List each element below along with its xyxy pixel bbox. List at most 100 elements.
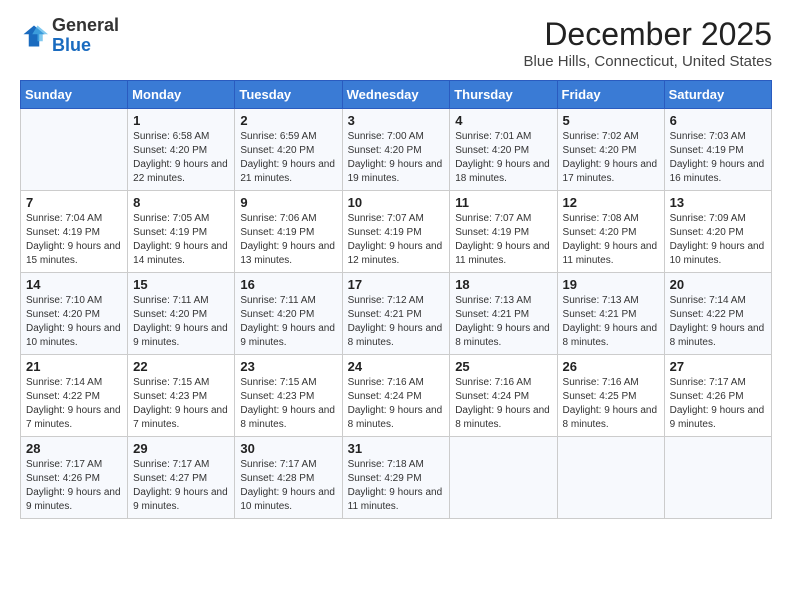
table-row: 1 Sunrise: 6:58 AMSunset: 4:20 PMDaylight… [128,109,235,191]
day-info: Sunrise: 7:14 AMSunset: 4:22 PMDaylight:… [670,294,766,350]
logo-text: General Blue [52,16,119,56]
day-number: 30 [240,441,336,456]
day-number: 23 [240,359,336,374]
day-number: 13 [670,195,766,210]
day-number: 1 [133,113,229,128]
table-row: 16Sunrise: 7:11 AMSunset: 4:20 PMDayligh… [235,273,342,355]
table-row: 9 Sunrise: 7:06 AMSunset: 4:19 PMDaylight… [235,191,342,273]
table-row: 14Sunrise: 7:10 AMSunset: 4:20 PMDayligh… [21,273,128,355]
day-info: Sunrise: 7:01 AMSunset: 4:20 PMDaylight:… [455,130,551,186]
day-info: Sunrise: 7:14 AMSunset: 4:22 PMDaylight:… [26,376,122,432]
table-row: 10 Sunrise: 7:07 AMSunset: 4:19 PMDayligh… [342,191,450,273]
day-info: Sunrise: 7:13 AMSunset: 4:21 PMDaylight:… [455,294,551,350]
day-number: 10 [348,195,445,210]
calendar-week-row: 28 Sunrise: 7:17 AMSunset: 4:26 PMDayligh… [21,437,772,519]
day-info: Sunrise: 7:00 AMSunset: 4:20 PMDaylight:… [348,130,445,186]
day-number: 2 [240,113,336,128]
day-info: Sunrise: 7:10 AMSunset: 4:20 PMDaylight:… [26,294,122,350]
calendar-week-row: 1 Sunrise: 6:58 AMSunset: 4:20 PMDaylight… [21,109,772,191]
title-area: December 2025 Blue Hills, Connecticut, U… [524,16,772,70]
day-number: 21 [26,359,122,374]
table-row: 11Sunrise: 7:07 AMSunset: 4:19 PMDayligh… [450,191,557,273]
day-info: Sunrise: 7:12 AMSunset: 4:21 PMDaylight:… [348,294,445,350]
day-info: Sunrise: 7:15 AMSunset: 4:23 PMDaylight:… [133,376,229,432]
day-info: Sunrise: 7:07 AMSunset: 4:19 PMDaylight:… [348,212,445,268]
day-number: 29 [133,441,229,456]
day-info: Sunrise: 7:16 AMSunset: 4:25 PMDaylight:… [563,376,659,432]
table-row: 30 Sunrise: 7:17 AMSunset: 4:28 PMDayligh… [235,437,342,519]
day-number: 18 [455,277,551,292]
day-number: 12 [563,195,659,210]
table-row: 3 Sunrise: 7:00 AMSunset: 4:20 PMDaylight… [342,109,450,191]
day-info: Sunrise: 7:03 AMSunset: 4:19 PMDaylight:… [670,130,766,186]
day-info: Sunrise: 7:11 AMSunset: 4:20 PMDaylight:… [133,294,229,350]
day-info: Sunrise: 7:09 AMSunset: 4:20 PMDaylight:… [670,212,766,268]
day-info: Sunrise: 7:07 AMSunset: 4:19 PMDaylight:… [455,212,551,268]
day-number: 19 [563,277,659,292]
location-title: Blue Hills, Connecticut, United States [524,53,772,70]
day-info: Sunrise: 7:11 AMSunset: 4:20 PMDaylight:… [240,294,336,350]
logo-general: General [52,15,119,35]
table-row: 24 Sunrise: 7:16 AMSunset: 4:24 PMDayligh… [342,355,450,437]
col-monday: Monday [128,81,235,109]
day-info: Sunrise: 7:17 AMSunset: 4:27 PMDaylight:… [133,458,229,514]
day-info: Sunrise: 7:17 AMSunset: 4:26 PMDaylight:… [26,458,122,514]
table-row: 2Sunrise: 6:59 AMSunset: 4:20 PMDaylight… [235,109,342,191]
day-info: Sunrise: 7:16 AMSunset: 4:24 PMDaylight:… [455,376,551,432]
col-friday: Friday [557,81,664,109]
table-row: 25 Sunrise: 7:16 AMSunset: 4:24 PMDayligh… [450,355,557,437]
table-row [450,437,557,519]
table-row: 31 Sunrise: 7:18 AMSunset: 4:29 PMDayligh… [342,437,450,519]
col-tuesday: Tuesday [235,81,342,109]
table-row [664,437,771,519]
day-info: Sunrise: 7:05 AMSunset: 4:19 PMDaylight:… [133,212,229,268]
day-info: Sunrise: 7:04 AMSunset: 4:19 PMDaylight:… [26,212,122,268]
day-info: Sunrise: 7:17 AMSunset: 4:28 PMDaylight:… [240,458,336,514]
col-sunday: Sunday [21,81,128,109]
day-number: 9 [240,195,336,210]
table-row: 13 Sunrise: 7:09 AMSunset: 4:20 PMDayligh… [664,191,771,273]
day-info: Sunrise: 7:16 AMSunset: 4:24 PMDaylight:… [348,376,445,432]
table-row: 27 Sunrise: 7:17 AMSunset: 4:26 PMDayligh… [664,355,771,437]
day-number: 7 [26,195,122,210]
month-title: December 2025 [524,16,772,53]
table-row: 19Sunrise: 7:13 AMSunset: 4:21 PMDayligh… [557,273,664,355]
day-info: Sunrise: 6:58 AMSunset: 4:20 PMDaylight:… [133,130,229,186]
calendar-week-row: 14Sunrise: 7:10 AMSunset: 4:20 PMDayligh… [21,273,772,355]
day-number: 15 [133,277,229,292]
table-row [557,437,664,519]
table-row: 28 Sunrise: 7:17 AMSunset: 4:26 PMDayligh… [21,437,128,519]
calendar-header-row: Sunday Monday Tuesday Wednesday Thursday… [21,81,772,109]
day-number: 5 [563,113,659,128]
day-number: 3 [348,113,445,128]
day-info: Sunrise: 7:06 AMSunset: 4:19 PMDaylight:… [240,212,336,268]
day-info: Sunrise: 7:15 AMSunset: 4:23 PMDaylight:… [240,376,336,432]
day-number: 22 [133,359,229,374]
day-number: 6 [670,113,766,128]
table-row: 6 Sunrise: 7:03 AMSunset: 4:19 PMDaylight… [664,109,771,191]
day-number: 25 [455,359,551,374]
table-row: 21 Sunrise: 7:14 AMSunset: 4:22 PMDayligh… [21,355,128,437]
day-number: 28 [26,441,122,456]
table-row: 26 Sunrise: 7:16 AMSunset: 4:25 PMDayligh… [557,355,664,437]
day-info: Sunrise: 7:18 AMSunset: 4:29 PMDaylight:… [348,458,445,514]
table-row: 22 Sunrise: 7:15 AMSunset: 4:23 PMDayligh… [128,355,235,437]
table-row [21,109,128,191]
day-number: 31 [348,441,445,456]
day-number: 20 [670,277,766,292]
table-row: 12 Sunrise: 7:08 AMSunset: 4:20 PMDayligh… [557,191,664,273]
calendar-week-row: 21 Sunrise: 7:14 AMSunset: 4:22 PMDayligh… [21,355,772,437]
day-number: 24 [348,359,445,374]
logo: General Blue [20,16,119,56]
table-row: 5Sunrise: 7:02 AMSunset: 4:20 PMDaylight… [557,109,664,191]
day-number: 27 [670,359,766,374]
table-row: 18 Sunrise: 7:13 AMSunset: 4:21 PMDayligh… [450,273,557,355]
calendar-table: Sunday Monday Tuesday Wednesday Thursday… [20,80,772,519]
logo-icon [20,22,48,50]
col-saturday: Saturday [664,81,771,109]
day-number: 26 [563,359,659,374]
day-info: Sunrise: 7:08 AMSunset: 4:20 PMDaylight:… [563,212,659,268]
table-row: 17Sunrise: 7:12 AMSunset: 4:21 PMDayligh… [342,273,450,355]
table-row: 29 Sunrise: 7:17 AMSunset: 4:27 PMDayligh… [128,437,235,519]
day-info: Sunrise: 7:17 AMSunset: 4:26 PMDaylight:… [670,376,766,432]
